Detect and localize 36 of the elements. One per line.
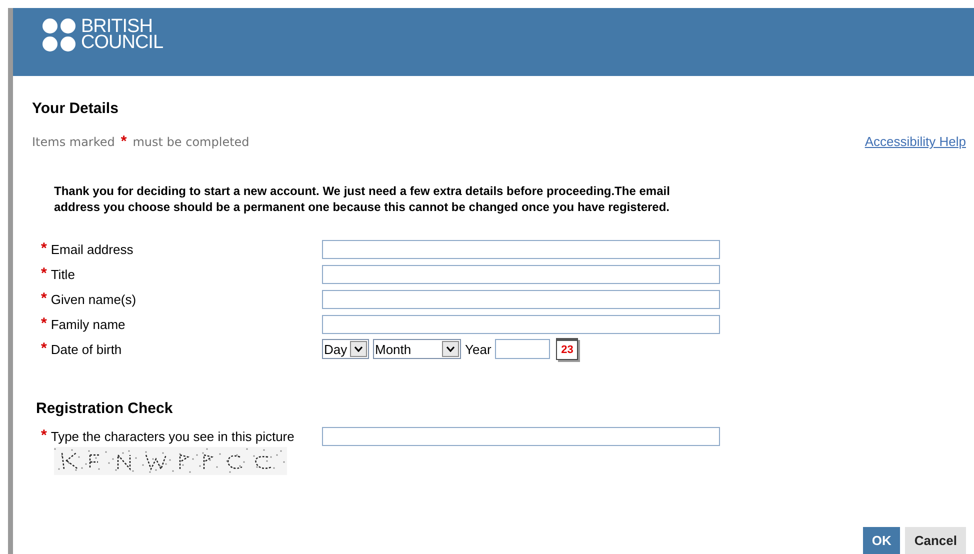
field-label: Type the characters you see in this picture [50, 428, 294, 444]
field-label: Email address [50, 242, 134, 256]
cancel-button[interactable]: Cancel [905, 527, 966, 554]
month-select[interactable]: Month [373, 339, 461, 359]
input-field[interactable] [322, 264, 720, 284]
field-label: Title [50, 266, 75, 282]
input-field[interactable] [322, 314, 720, 334]
four-dots-icon [42, 18, 76, 52]
help-link[interactable]: Accessibility Help [864, 134, 966, 149]
calendar-button[interactable]: 23 [556, 338, 578, 360]
note-text: Items marked [32, 134, 115, 148]
required-asterisk: * [41, 429, 47, 443]
required-asterisk: * [41, 342, 47, 356]
field-label: Date of birth [50, 342, 122, 356]
required-asterisk: * [120, 133, 127, 150]
day-select[interactable]: Day [322, 339, 369, 359]
logo-text: COUNCIL [81, 35, 164, 51]
note-text: must be completed [132, 134, 250, 148]
field-label: Given name(s) [50, 292, 136, 306]
input-field[interactable] [322, 290, 720, 308]
section-title: Your Details [32, 100, 120, 118]
input-field[interactable] [322, 426, 720, 446]
field-label: Year [465, 342, 492, 356]
required-asterisk: * [41, 317, 47, 331]
section-title: Registration Check [36, 400, 174, 418]
caret-icon [354, 346, 363, 352]
input-field[interactable] [322, 240, 720, 258]
ok-button[interactable]: OK [862, 527, 900, 554]
caret-icon [446, 346, 455, 352]
required-asterisk: * [41, 292, 47, 306]
year-field[interactable] [495, 339, 550, 359]
required-asterisk: * [41, 242, 47, 256]
required-asterisk: * [41, 267, 47, 281]
intro-text: Thank you for deciding to start a new account. We just need a few extra details before proceeding.The email address you choose should be a permanent one because this cannot be changed once you have registered. [54, 183, 671, 215]
field-label: Family name [50, 316, 126, 332]
logo-text: BRITISH [81, 19, 152, 35]
